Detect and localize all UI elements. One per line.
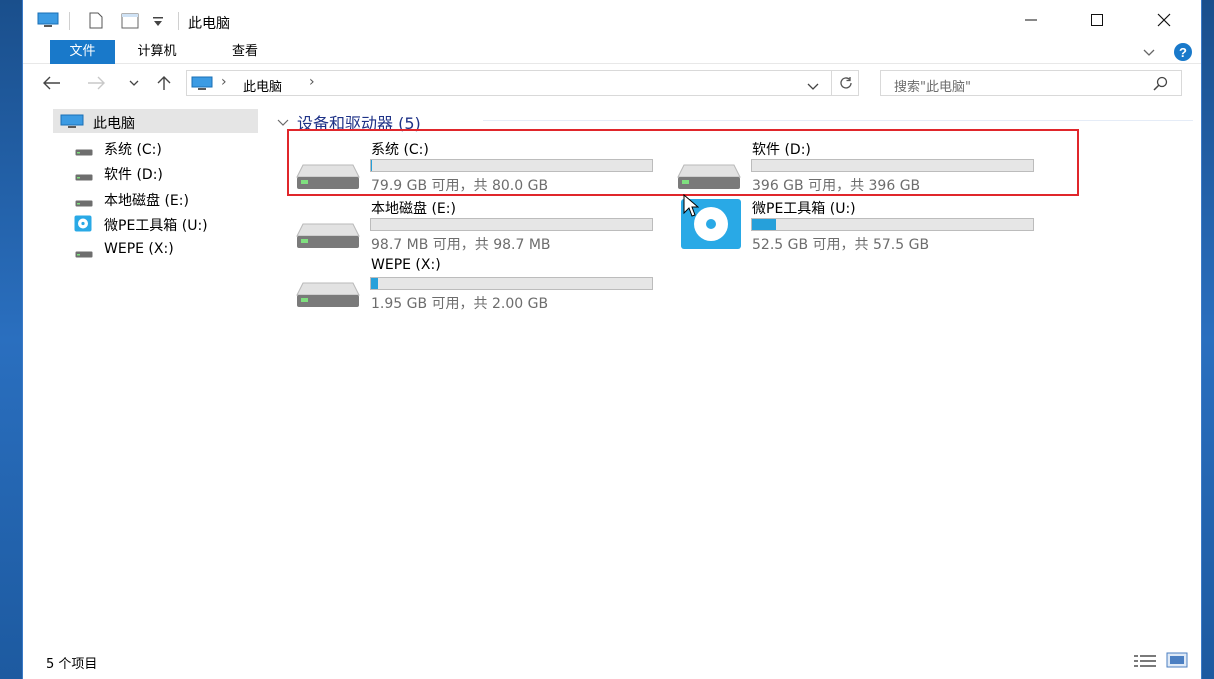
breadcrumb-separator[interactable]: › [221, 74, 227, 90]
refresh-icon[interactable] [831, 71, 859, 95]
recent-locations-button[interactable] [123, 72, 145, 94]
svg-text:?: ? [1179, 45, 1187, 60]
customize-quick-access-icon[interactable] [152, 16, 164, 31]
sidebar-item-drive-c[interactable]: 系统 (C:) [23, 135, 273, 159]
navigation-pane: 此电脑 系统 (C:) 软件 (D:) 本地磁盘 (E:) 微PE工具箱 (U: [23, 102, 273, 642]
drive-icon [75, 145, 93, 160]
tab-file[interactable]: 文件 [50, 40, 115, 64]
sidebar-item-label: 系统 (C:) [104, 142, 162, 158]
pc-icon [60, 114, 84, 133]
tab-computer[interactable]: 计算机 [119, 40, 195, 64]
drive-tile-x[interactable]: WEPE (X:) 1.95 GB 可用，共 2.00 GB [273, 257, 653, 313]
ribbon-tabs: 文件 计算机 查看 ? [23, 40, 1201, 64]
group-divider [483, 120, 1193, 121]
item-count: 5 个项目 [46, 657, 98, 672]
drive-icon [75, 247, 93, 262]
drive-usage-bar [751, 218, 1034, 231]
drive-icon [75, 196, 93, 211]
address-bar[interactable]: › 此电脑 › [186, 70, 859, 96]
drive-tile-u[interactable]: 微PE工具箱 (U:) 52.5 GB 可用，共 57.5 GB [654, 198, 1034, 254]
drive-name: WEPE (X:) [371, 257, 441, 273]
navigation-bar: › 此电脑 › 搜索"此电脑" [23, 64, 1201, 102]
search-box[interactable]: 搜索"此电脑" [880, 70, 1182, 96]
main-content: 设备和驱动器 (5) 系统 (C:) 79.9 GB 可用，共 80.0 GB … [273, 102, 1203, 642]
window-title: 此电脑 [188, 16, 230, 32]
drive-usage-fill [752, 219, 777, 230]
drive-icon [295, 220, 361, 254]
pc-icon [37, 12, 59, 32]
drive-name: 微PE工具箱 (U:) [752, 201, 856, 217]
cd-icon [74, 215, 92, 236]
status-bar: 5 个项目 [23, 649, 1201, 673]
expand-ribbon-icon[interactable] [1143, 46, 1155, 61]
back-button[interactable] [41, 72, 63, 94]
pc-icon [191, 76, 213, 95]
properties-icon[interactable] [89, 12, 103, 33]
annotation-highlight-box [287, 129, 1079, 196]
search-icon[interactable] [1153, 76, 1168, 95]
sidebar-item-label: 本地磁盘 (E:) [104, 193, 189, 209]
sidebar-item-drive-e[interactable]: 本地磁盘 (E:) [23, 186, 273, 210]
drive-usage-fill [371, 278, 379, 289]
mouse-cursor-icon [683, 193, 700, 222]
drive-tile-e[interactable]: 本地磁盘 (E:) 98.7 MB 可用，共 98.7 MB [273, 198, 653, 254]
sidebar-item-label: 软件 (D:) [104, 167, 163, 183]
drive-capacity: 98.7 MB 可用，共 98.7 MB [371, 237, 551, 253]
drive-usage-bar [370, 277, 653, 290]
minimize-button[interactable] [1008, 0, 1054, 40]
sidebar-item-this-pc[interactable]: 此电脑 [53, 109, 258, 133]
sidebar-item-drive-x[interactable]: WEPE (X:) [23, 237, 273, 261]
up-button[interactable] [153, 72, 175, 94]
maximize-button[interactable] [1074, 0, 1120, 40]
search-placeholder: 搜索"此电脑" [894, 80, 971, 95]
breadcrumb-chevron[interactable]: › [309, 74, 315, 90]
title-bar: 此电脑 [23, 0, 1201, 40]
new-folder-icon[interactable] [121, 12, 139, 33]
drive-capacity: 1.95 GB 可用，共 2.00 GB [371, 296, 549, 312]
help-icon[interactable]: ? [1173, 42, 1193, 66]
sidebar-item-label: WEPE (X:) [104, 241, 174, 257]
sidebar-item-drive-u[interactable]: 微PE工具箱 (U:) [23, 211, 273, 235]
forward-button[interactable] [85, 72, 107, 94]
sidebar-item-label: 微PE工具箱 (U:) [104, 218, 208, 234]
drive-icon [295, 279, 361, 313]
drive-name: 本地磁盘 (E:) [371, 201, 456, 217]
details-view-icon[interactable] [1133, 654, 1157, 672]
breadcrumb[interactable]: 此电脑 [243, 76, 282, 95]
large-icons-view-icon[interactable] [1166, 652, 1188, 672]
tab-view[interactable]: 查看 [213, 40, 277, 64]
address-dropdown-icon[interactable] [807, 80, 819, 95]
sidebar-item-label: 此电脑 [93, 116, 135, 132]
explorer-window: 此电脑 文件 计算机 查看 ? › 此电脑 › 搜索"此电脑" 此电脑 系统 (… [22, 0, 1202, 679]
sidebar-item-drive-d[interactable]: 软件 (D:) [23, 160, 273, 184]
close-button[interactable] [1141, 0, 1187, 40]
drive-capacity: 52.5 GB 可用，共 57.5 GB [752, 237, 930, 253]
drive-icon [75, 170, 93, 185]
drive-usage-bar [370, 218, 653, 231]
